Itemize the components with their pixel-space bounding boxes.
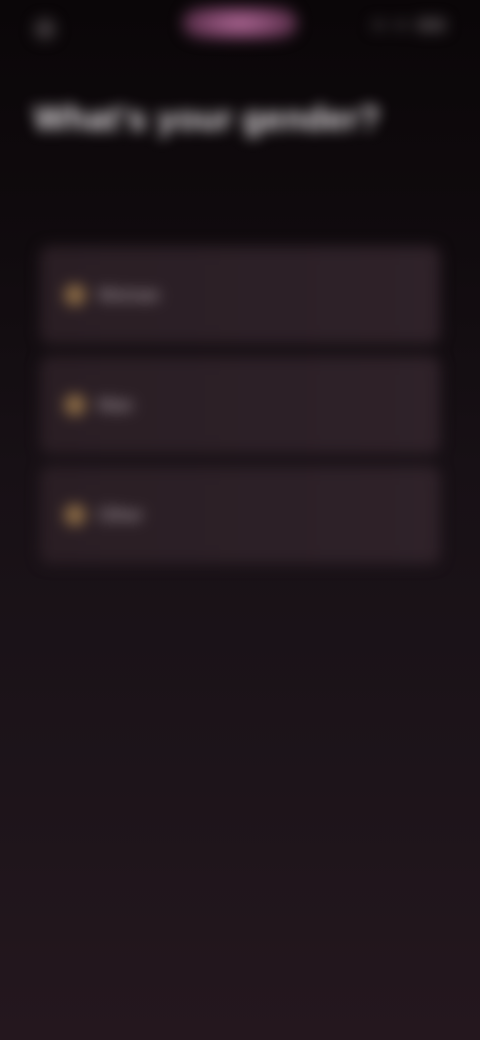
- option-woman[interactable]: Woman: [40, 246, 440, 344]
- progress-pill: [182, 6, 298, 40]
- option-label: Woman: [98, 284, 160, 305]
- signal-icon: [372, 20, 386, 30]
- status-right: [372, 18, 446, 32]
- circle-icon: [64, 284, 86, 306]
- option-label: Man: [98, 394, 134, 415]
- blurred-content: What's your gender? Woman Man Other: [0, 0, 480, 1040]
- battery-icon: [416, 18, 446, 32]
- screen: What's your gender? Woman Man Other: [0, 0, 480, 1040]
- option-man[interactable]: Man: [40, 356, 440, 454]
- option-other[interactable]: Other: [40, 466, 440, 564]
- top-bar: [0, 0, 480, 60]
- circle-icon: [64, 394, 86, 416]
- back-icon[interactable]: [34, 18, 56, 40]
- status-left: [34, 18, 66, 40]
- page-title: What's your gender?: [34, 100, 381, 138]
- option-list: Woman Man Other: [40, 246, 440, 576]
- option-label: Other: [98, 504, 144, 525]
- wifi-icon: [394, 20, 408, 30]
- circle-icon: [64, 504, 86, 526]
